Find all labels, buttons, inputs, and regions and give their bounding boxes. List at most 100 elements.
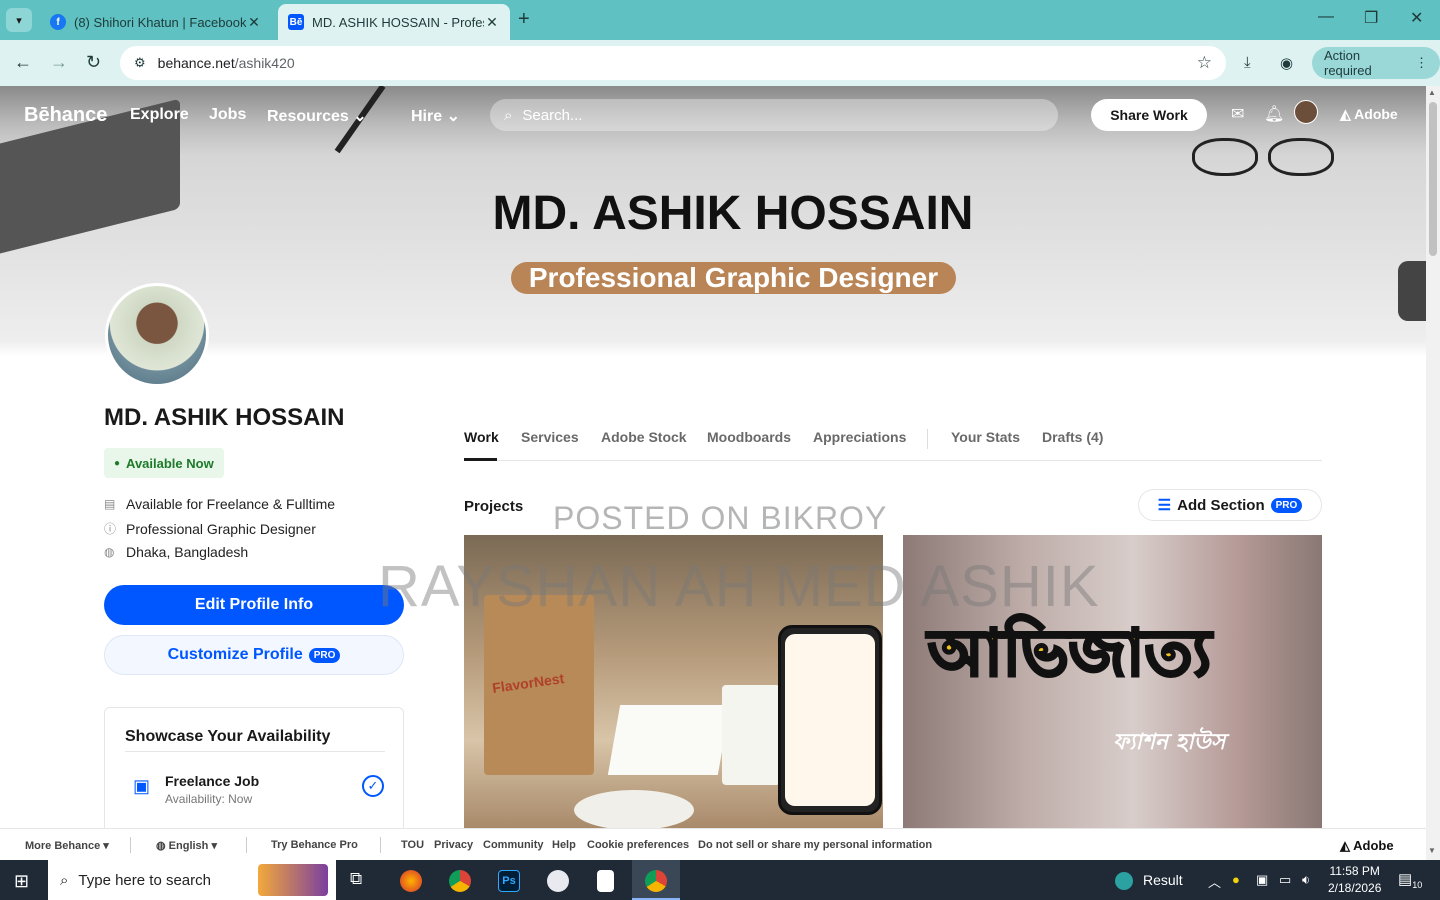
- behance-page: Bēhance Explore Jobs Resources ⌄ Hire ⌄ …: [0, 86, 1426, 828]
- tab-title: (8) Shihori Khatun | Facebook: [74, 14, 246, 30]
- close-tab-icon[interactable]: ✕: [484, 14, 500, 31]
- bell-icon[interactable]: 🔔︎: [1264, 104, 1284, 124]
- divider: [125, 751, 385, 752]
- footer-adobe-label: Adobe: [1353, 838, 1394, 853]
- share-work-button[interactable]: Share Work: [1091, 99, 1207, 131]
- close-tab-icon[interactable]: ✕: [246, 14, 262, 31]
- new-tab-icon[interactable]: +: [518, 8, 530, 31]
- tray-meet-icon[interactable]: ▣: [1256, 872, 1268, 888]
- add-section-button[interactable]: ☰ Add Section PRO: [1138, 489, 1322, 521]
- tab-your-stats[interactable]: Your Stats: [951, 429, 1020, 445]
- photoshop-icon[interactable]: Ps: [498, 870, 520, 892]
- adobe-link[interactable]: ◭ Adobe: [1340, 106, 1398, 123]
- footer-cookie-preferences[interactable]: Cookie preferences: [587, 839, 689, 851]
- back-icon[interactable]: ←: [14, 52, 32, 73]
- profile-icon[interactable]: ◉: [1280, 54, 1293, 72]
- minimize-icon[interactable]: —: [1318, 8, 1334, 26]
- tray-app-icon[interactable]: ●: [1232, 872, 1240, 887]
- windows-taskbar: ⊞ ⌕ Type here to search ⧉ Ps Result ︿ ● …: [0, 860, 1440, 900]
- watermark-top: POSTED ON BIKROY: [553, 500, 888, 536]
- page-scrollbar[interactable]: ▲ ▼: [1426, 86, 1440, 860]
- nav-explore[interactable]: Explore: [130, 106, 189, 124]
- notification-icon[interactable]: ▤10: [1398, 870, 1422, 890]
- forward-icon[interactable]: →: [50, 52, 68, 73]
- footer-more-behance[interactable]: More Behance ▾: [25, 839, 109, 852]
- action-required-button[interactable]: Action required ⋮: [1312, 47, 1440, 79]
- nav-resources[interactable]: Resources ⌄: [267, 106, 367, 126]
- project-title-bengali: আভিজাত্য: [926, 616, 1212, 693]
- url-text[interactable]: behance.net/ashik420: [158, 55, 295, 71]
- footer-community[interactable]: Community: [483, 839, 544, 851]
- chevron-down-icon: ⌄: [446, 108, 460, 125]
- download-icon[interactable]: ⤓: [1244, 54, 1251, 71]
- freelance-job-title: Freelance Job: [165, 773, 260, 789]
- footer-do-not-sell[interactable]: Do not sell or share my personal informa…: [698, 839, 932, 851]
- browser-tab-behance[interactable]: Bē MD. ASHIK HOSSAIN - Professi ✕: [278, 4, 510, 40]
- taskbar-search-input[interactable]: ⌕ Type here to search: [48, 860, 336, 900]
- reload-icon[interactable]: ↻: [86, 52, 101, 73]
- glasses-lens: [1268, 138, 1334, 176]
- notepad-icon[interactable]: [597, 870, 614, 892]
- close-window-icon[interactable]: ✕: [1410, 8, 1423, 28]
- tray-chevron-icon[interactable]: ︿: [1208, 872, 1221, 891]
- windows-start-icon[interactable]: ⊞: [14, 871, 29, 892]
- profile-tabs: Work Services Adobe Stock Moodboards App…: [464, 429, 1322, 461]
- available-now-badge: ● Available Now: [104, 448, 224, 478]
- customize-profile-button[interactable]: Customize Profile PRO: [104, 635, 404, 675]
- customize-profile-label: Customize Profile: [167, 646, 303, 663]
- freelance-job-icon: ▣: [133, 776, 151, 796]
- site-info-icon[interactable]: ⚙: [134, 55, 146, 71]
- tab-search-menu-button[interactable]: ▾: [6, 8, 32, 32]
- firefox-icon[interactable]: [400, 870, 422, 892]
- add-section-icon: ☰: [1157, 497, 1172, 514]
- document-icon: ▤: [104, 497, 116, 511]
- edit-profile-button[interactable]: Edit Profile Info: [104, 585, 404, 625]
- volume-icon[interactable]: 🔉︎: [1302, 872, 1310, 888]
- task-view-icon[interactable]: ⧉: [350, 869, 372, 891]
- footer-tou[interactable]: TOU: [401, 839, 424, 851]
- restore-icon[interactable]: ❐: [1364, 8, 1378, 28]
- weather-result-widget[interactable]: Result: [1115, 872, 1183, 891]
- network-icon[interactable]: ▭: [1279, 872, 1291, 888]
- tab-services[interactable]: Services: [521, 429, 579, 445]
- adobe-icon: ◭: [1340, 106, 1351, 122]
- footer-language[interactable]: ◍ English ▾: [156, 839, 217, 852]
- scroll-up-icon[interactable]: ▲: [1428, 88, 1436, 97]
- tab-drafts[interactable]: Drafts (4): [1042, 429, 1103, 445]
- browser-tab-facebook[interactable]: f (8) Shihori Khatun | Facebook ✕: [40, 4, 272, 40]
- tab-moodboards[interactable]: Moodboards: [707, 429, 791, 445]
- bookmark-star-icon[interactable]: ☆: [1197, 53, 1212, 73]
- profile-avatar: [105, 283, 209, 387]
- result-label: Result: [1143, 872, 1183, 888]
- tab-work[interactable]: Work: [464, 429, 499, 445]
- footer-adobe-logo[interactable]: ◭ Adobe: [1340, 838, 1394, 854]
- search-icon: ⌕: [60, 871, 69, 889]
- tab-adobe-stock[interactable]: Adobe Stock: [601, 429, 687, 445]
- scrollbar-thumb[interactable]: [1429, 102, 1437, 256]
- user-avatar[interactable]: [1294, 100, 1318, 124]
- browser-tab-bar: ▾ f (8) Shihori Khatun | Facebook ✕ Bē M…: [0, 0, 1440, 40]
- scroll-down-icon[interactable]: ▼: [1428, 846, 1436, 855]
- footer-try-pro[interactable]: Try Behance Pro: [271, 839, 358, 851]
- paint-app-icon[interactable]: [547, 870, 569, 892]
- banner-glasses-graphic: [1188, 132, 1338, 178]
- footer-help[interactable]: Help: [552, 839, 576, 851]
- food-box-graphic: [607, 705, 731, 775]
- nav-hire[interactable]: Hire ⌄: [411, 106, 460, 126]
- tab-appreciations[interactable]: Appreciations: [813, 429, 906, 445]
- footer-privacy[interactable]: Privacy: [434, 839, 473, 851]
- chrome-icon[interactable]: [449, 870, 471, 892]
- banner-role-pill: Professional Graphic Designer: [511, 262, 956, 294]
- check-icon[interactable]: ✓: [362, 775, 384, 797]
- nav-jobs[interactable]: Jobs: [209, 106, 246, 124]
- divider: [130, 837, 131, 853]
- taskbar-clock[interactable]: 11:58 PM 2/18/2026: [1328, 863, 1381, 897]
- page-footer: More Behance ▾ ◍ English ▾ Try Behance P…: [0, 828, 1426, 860]
- search-icon: ⌕: [504, 106, 513, 124]
- address-bar[interactable]: ⚙ behance.net/ashik420 ☆: [120, 46, 1226, 80]
- search-input[interactable]: ⌕ Search...: [490, 99, 1058, 131]
- mail-icon[interactable]: ✉: [1231, 104, 1244, 124]
- active-chrome-app[interactable]: [632, 860, 680, 900]
- nav-resources-label: Resources: [267, 108, 349, 125]
- behance-logo[interactable]: Bēhance: [24, 104, 107, 127]
